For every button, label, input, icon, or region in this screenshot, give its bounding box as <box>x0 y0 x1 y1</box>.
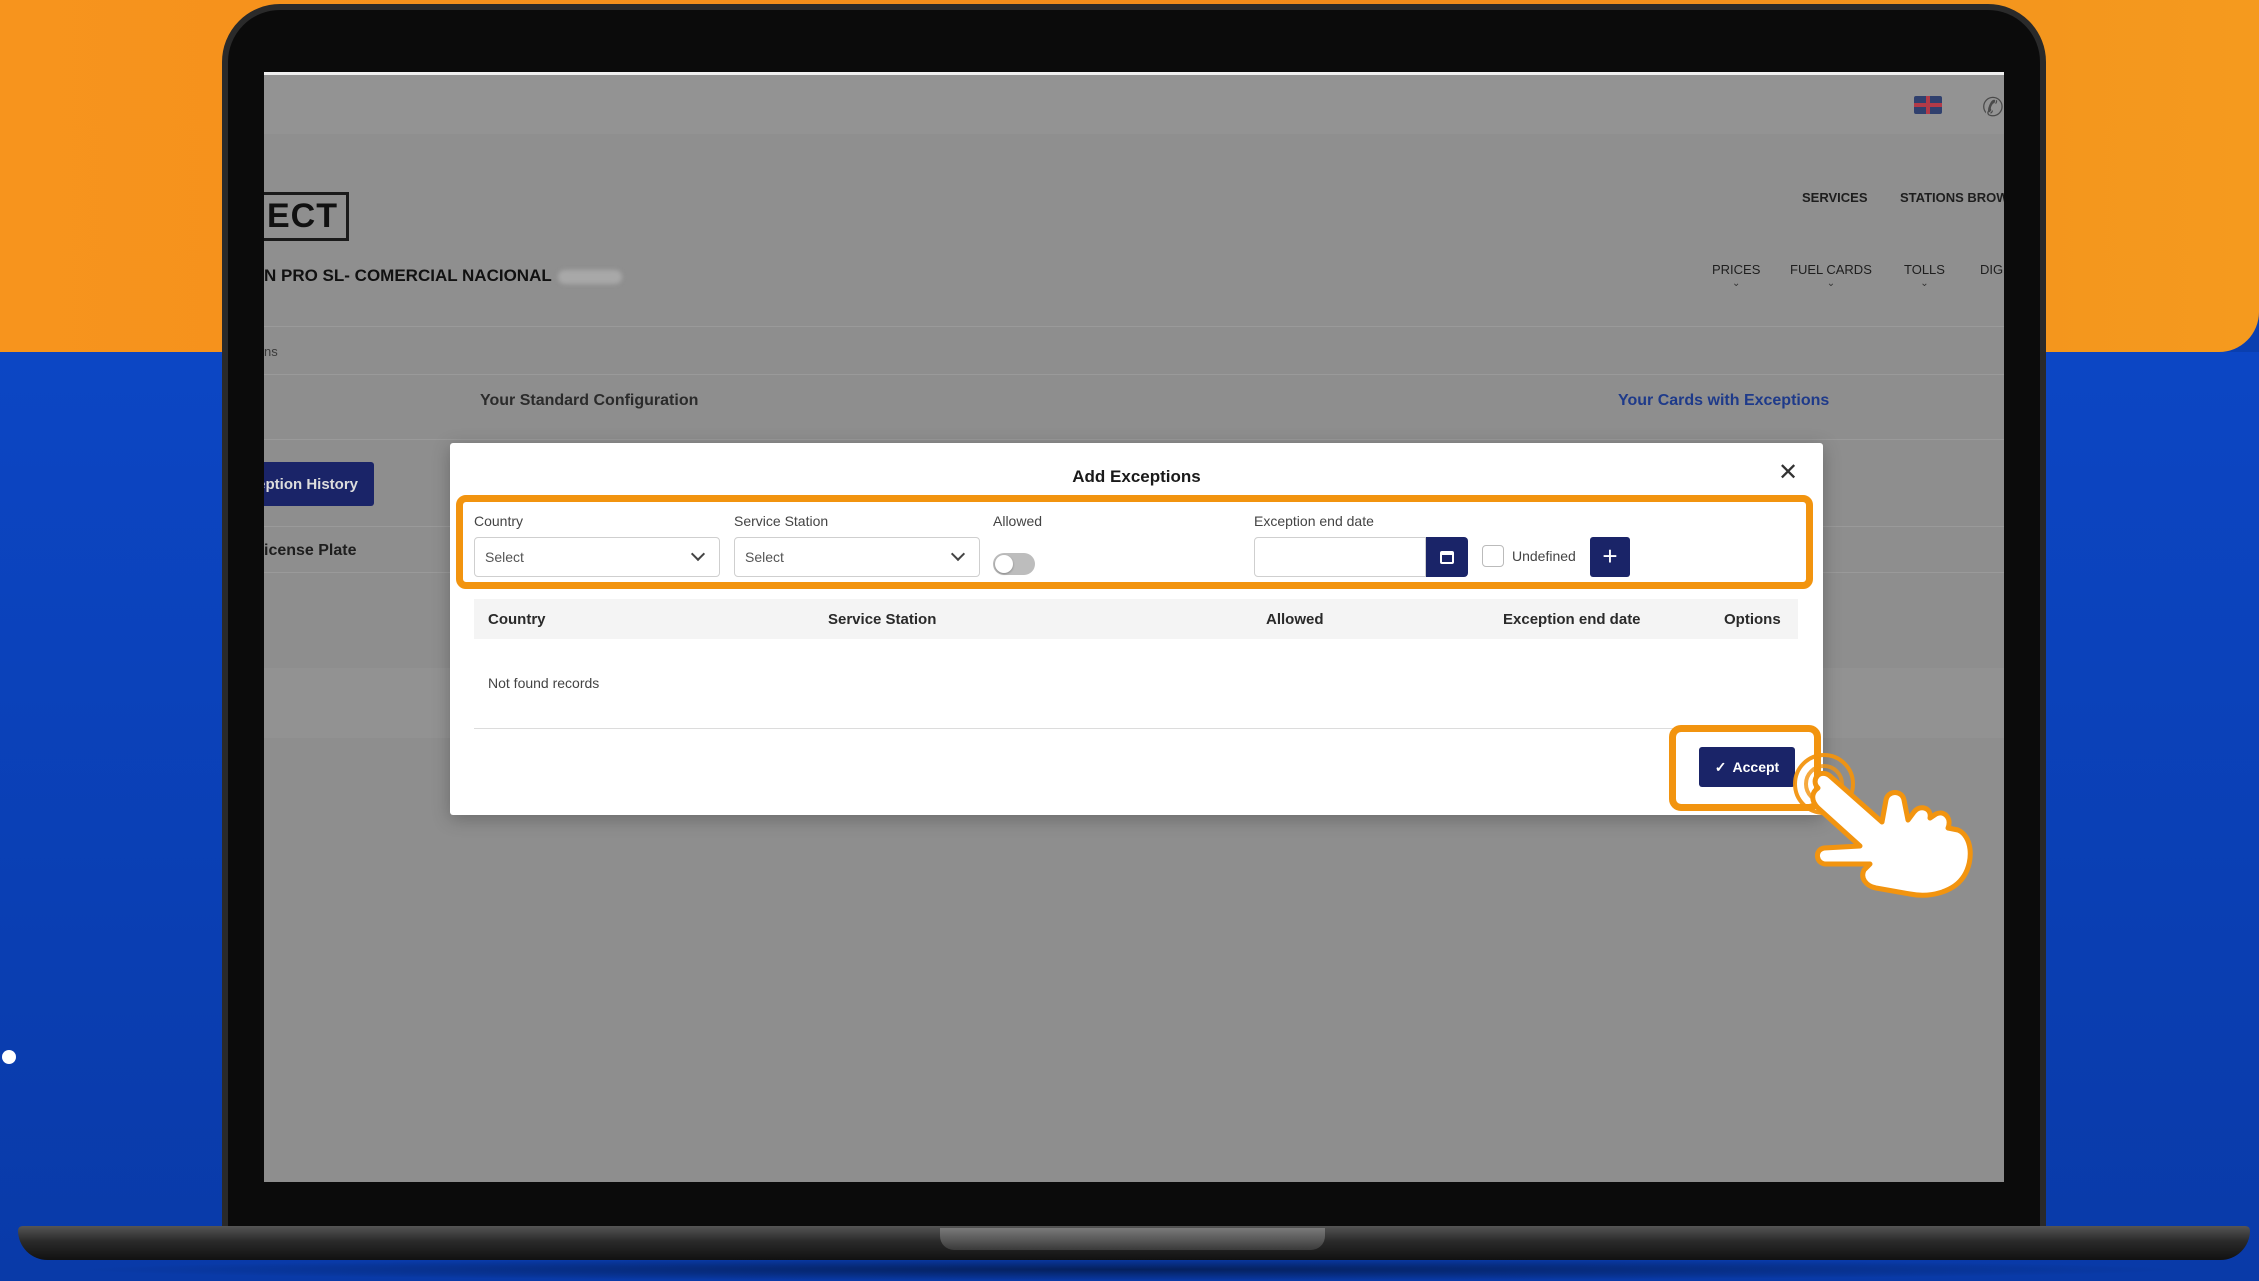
column-options: Options <box>1724 611 1781 628</box>
column-exception-end-date: Exception end date <box>1503 611 1641 628</box>
chevron-down-icon: ⌄ <box>1920 278 1929 289</box>
top-bar <box>264 72 2004 134</box>
column-country: Country <box>488 611 546 628</box>
phone-icon[interactable]: ✆ <box>1982 92 2004 123</box>
company-id-blurred <box>557 269 622 284</box>
chevron-down-icon: ⌄ <box>1826 278 1836 289</box>
uk-flag-icon[interactable] <box>1914 96 1942 114</box>
table-divider <box>474 728 1798 729</box>
chevron-down-icon: ⌄ <box>1732 278 1741 289</box>
site-header <box>264 134 2004 326</box>
column-service-station: Service Station <box>828 611 937 628</box>
decorative-dot <box>2 1050 16 1064</box>
nav-prices[interactable]: PRICES ⌄ <box>1712 262 1760 289</box>
nav-stations-browser[interactable]: STATIONS BROW <box>1900 190 2004 205</box>
tab-cards-with-exceptions[interactable]: Your Cards with Exceptions <box>1618 392 1829 410</box>
breadcrumb-bar <box>264 326 2004 374</box>
fields-highlight <box>456 495 1813 589</box>
company-name: N PRO SL- COMERCIAL NACIONAL <box>264 266 622 286</box>
nav-services[interactable]: SERVICES <box>1802 190 1868 205</box>
logo: ECT <box>264 192 349 241</box>
laptop-shadow <box>60 1258 2200 1281</box>
nav-fuel-cards[interactable]: FUEL CARDS ⌄ <box>1790 262 1872 289</box>
tab-standard-configuration[interactable]: Your Standard Configuration <box>480 392 698 410</box>
add-exceptions-modal: Add Exceptions ✕ Country Select Service … <box>450 443 1823 815</box>
empty-table-message: Not found records <box>488 675 600 691</box>
exception-history-button[interactable]: eption History <box>264 462 374 506</box>
modal-title: Add Exceptions <box>1072 467 1201 486</box>
nav-digital[interactable]: DIGI <box>1980 262 2004 277</box>
hand-pointer-icon <box>1810 770 1973 898</box>
column-allowed: Allowed <box>1266 611 1324 628</box>
top-edge-line <box>264 72 2004 75</box>
nav-tolls[interactable]: TOLLS ⌄ <box>1904 262 1945 289</box>
license-plate-header: icense Plate <box>264 542 357 559</box>
breadcrumb[interactable]: ns <box>264 344 278 359</box>
close-icon[interactable]: ✕ <box>1778 461 1798 485</box>
laptop-base-notch <box>940 1228 1325 1250</box>
